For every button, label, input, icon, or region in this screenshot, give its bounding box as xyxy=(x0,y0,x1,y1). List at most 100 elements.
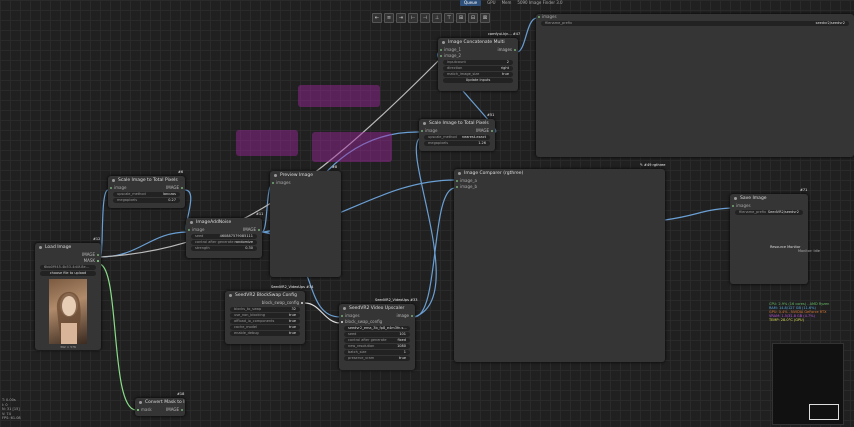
blocks-to-swap-stepper[interactable]: blocks_to_swap 32 xyxy=(230,307,300,312)
input-image-b[interactable]: image_b xyxy=(454,184,665,190)
widget-label: filename_prefix xyxy=(545,21,573,25)
node-id-badge: #12 xyxy=(93,237,101,241)
model-select[interactable]: seedvr2_ema_3b_fp8_e4m3fn.s... xyxy=(344,326,410,331)
nodes-stat: N: 31 [15] xyxy=(2,407,20,411)
image-file-select[interactable]: 6bb0f945-4b53-4d4f-8e... xyxy=(40,265,96,270)
align-top-button[interactable]: ⊢ xyxy=(408,13,418,23)
megapixels-stepper[interactable]: megapixels 0.27 xyxy=(113,198,180,203)
input-image-2[interactable]: image_2 xyxy=(438,53,518,59)
batch-size-stepper[interactable]: batch_size 1 xyxy=(344,350,410,355)
wire-load-convert xyxy=(99,263,137,411)
save-image-node[interactable]: #71 Save Image images filename_prefix See… xyxy=(730,188,808,284)
widget-label: use_non_blocking xyxy=(234,313,265,317)
minimap-viewport[interactable] xyxy=(809,404,839,420)
filename-prefix-field[interactable]: filename_prefix seedvr2/seedvr2 xyxy=(541,21,849,26)
node-title: ImageAddNoise xyxy=(186,218,262,227)
scale-image-node-1[interactable]: #6 Scale Image to Total Pixels image IMAG… xyxy=(108,170,185,208)
minimap[interactable] xyxy=(772,343,844,425)
filename-prefix-field[interactable]: filename_prefix SeedVR2/seedvr2 xyxy=(735,210,803,215)
control-after-generate-select[interactable]: control after generate fixed xyxy=(344,338,410,343)
align-middle-button[interactable]: ⊣ xyxy=(420,13,430,23)
node-title: Scale Image to Total Pixels xyxy=(108,176,185,185)
video-upscaler-node[interactable]: SeedVR2_VideoUps #33 SeedVR2 Video Upsca… xyxy=(339,298,417,370)
align-right-button[interactable]: ⇥ xyxy=(396,13,406,23)
input-image[interactable]: image IMAGE xyxy=(186,227,262,233)
bypassed-node-3[interactable] xyxy=(312,132,392,162)
preview-image-node[interactable]: #8 Preview Image images xyxy=(270,165,341,277)
same-height-button[interactable]: ⊠ xyxy=(480,13,490,23)
input-label: images xyxy=(345,313,360,318)
input-images[interactable]: images xyxy=(270,180,341,186)
image-concatenate-node[interactable]: comfyui-kjn... #47 Image Concatenate Mul… xyxy=(438,32,520,91)
widget-value: 6bb0f945-4b53-4d4f-8e... xyxy=(44,265,89,269)
node-id-badge: #51 xyxy=(487,113,495,117)
direction-select[interactable]: direction right xyxy=(443,66,513,71)
input-image[interactable]: image IMAGE xyxy=(419,128,495,134)
node-id-badge: #8 xyxy=(332,165,338,169)
temp-stat: TEMP: 28.0°C (GPU) xyxy=(769,318,804,322)
widget-label: cache_model xyxy=(234,325,258,329)
widget-label: control after generate xyxy=(195,240,234,244)
preserve-vram-toggle[interactable]: preserve_vram true xyxy=(344,356,410,361)
image-add-noise-node[interactable]: #11 ImageAddNoise image IMAGE seed 4608875… xyxy=(186,212,263,258)
output-block-swap-config[interactable]: block_swap_config xyxy=(225,300,305,306)
convert-mask-node[interactable]: #18 Convert Mask to I mask IMAGE xyxy=(135,392,185,416)
wire-upscaler-scale2 xyxy=(413,137,437,318)
load-image-node[interactable]: #12 Load Image IMAGE MASK 6bb0f945-4b53-… xyxy=(35,237,101,350)
input-label: image_a xyxy=(460,178,477,183)
bypassed-node-1[interactable] xyxy=(298,85,380,107)
image-comparer-node[interactable]: ✎ #49 rgthree Image Comparer (rgthree) i… xyxy=(454,163,665,362)
match-size-toggle[interactable]: match_image_size true xyxy=(443,72,513,77)
input-label: images xyxy=(542,14,557,19)
node-title: Load Image xyxy=(35,243,101,252)
node-title: Preview Image xyxy=(270,171,341,180)
distribute-v-button[interactable]: ⊞ xyxy=(456,13,466,23)
seed-field[interactable]: seed 460887579085111 xyxy=(191,234,257,239)
align-center-button[interactable]: ≡ xyxy=(384,13,394,23)
input-label: image_1 xyxy=(444,47,462,52)
same-width-button[interactable]: ⊟ xyxy=(468,13,478,23)
widget-value: seedvr2/seedvr2 xyxy=(815,21,845,25)
input-image[interactable]: image IMAGE xyxy=(108,185,185,191)
strength-stepper[interactable]: strength 0.30 xyxy=(191,246,257,251)
input-images[interactable]: images xyxy=(536,14,854,20)
update-inputs-button[interactable]: Update inputs xyxy=(443,78,513,83)
widget-value: fixed xyxy=(397,338,406,342)
node-id-badge: #11 xyxy=(256,212,264,216)
widget-label: offload_io_components xyxy=(234,319,275,323)
output-label: MASK xyxy=(83,258,95,263)
seed-field[interactable]: seed 101 xyxy=(344,332,410,337)
input-mask[interactable]: mask IMAGE xyxy=(135,407,185,413)
top-menu-bar: Queue GPU Mem 5090 Image Finder 3.0 xyxy=(460,0,854,6)
widget-value: 2 xyxy=(506,60,509,64)
choose-file-button[interactable]: choose file to upload xyxy=(40,271,96,276)
bypassed-node-2[interactable] xyxy=(236,130,298,156)
blockswap-config-node[interactable]: SeedVR2_VideoUps #34 SeedVR2 BlockSwap C… xyxy=(225,285,313,344)
upscale-method-select[interactable]: upscale_method lanczos xyxy=(113,192,180,197)
offload-io-toggle[interactable]: offload_io_components true xyxy=(230,319,300,324)
distribute-h-button[interactable]: ⊤ xyxy=(444,13,454,23)
align-left-button[interactable]: ⇤ xyxy=(372,13,382,23)
queue-button[interactable]: Queue xyxy=(460,0,482,6)
megapixels-stepper[interactable]: megapixels 1.26 xyxy=(424,141,490,146)
control-after-generate-select[interactable]: control after generate randomize xyxy=(191,240,257,245)
input-block-swap-config[interactable]: block_swap_config xyxy=(339,319,415,325)
widget-value: true xyxy=(288,331,296,335)
output-mask[interactable]: MASK xyxy=(35,258,101,264)
scale-image-node-2[interactable]: #51 Scale Image to Total Pixels image IMA… xyxy=(419,113,495,151)
new-resolution-stepper[interactable]: new_resolution 1080 xyxy=(344,344,410,349)
enable-debug-toggle[interactable]: enable_debug true xyxy=(230,331,300,336)
cache-model-toggle[interactable]: cache_model true xyxy=(230,325,300,330)
node-id-badge: comfyui-kjn... #47 xyxy=(488,32,521,36)
input-images[interactable]: images xyxy=(730,203,808,209)
upscale-method-select[interactable]: upscale_method nearest-exact xyxy=(424,135,490,140)
widget-value: seedvr2_ema_3b_fp8_e4m3fn.s... xyxy=(348,326,407,330)
top-save-image-node[interactable]: images filename_prefix seedvr2/seedvr2 xyxy=(536,14,854,157)
widget-label: seed xyxy=(348,332,357,336)
inputcount-stepper[interactable]: inputcount 2 xyxy=(443,60,513,65)
workflow-title[interactable]: 5090 Image Finder 3.0 xyxy=(517,0,562,6)
use-non-blocking-toggle[interactable]: use_non_blocking true xyxy=(230,313,300,318)
widget-value: 32 xyxy=(291,307,296,311)
widget-label: batch_size xyxy=(348,350,367,354)
align-bottom-button[interactable]: ⊥ xyxy=(432,13,442,23)
